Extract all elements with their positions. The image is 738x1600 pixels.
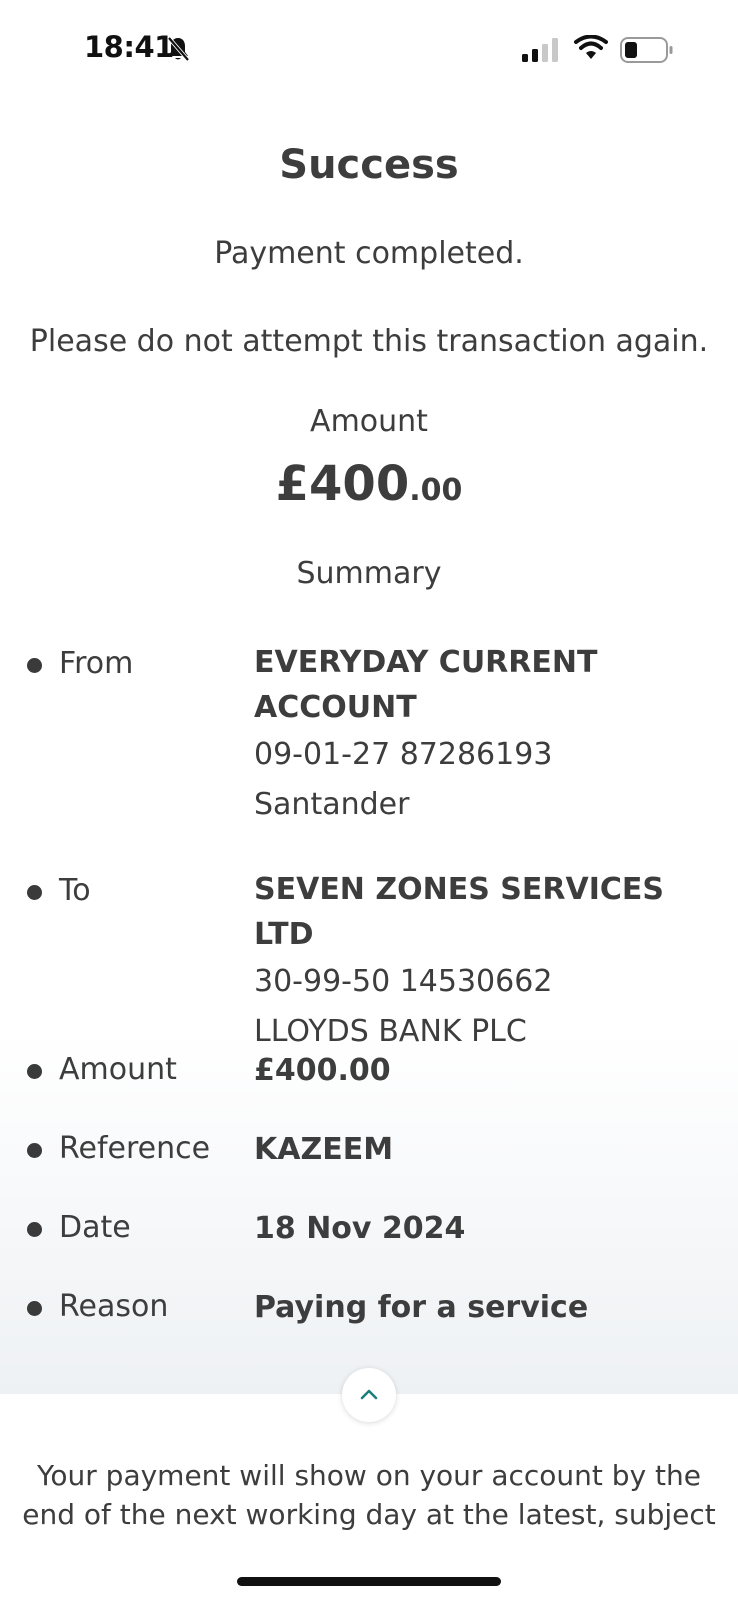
payment-timing-note-line2: end of the next working day at the lates… bbox=[22, 1498, 716, 1531]
cellular-signal-icon bbox=[522, 38, 560, 66]
payment-completed-message: Payment completed. bbox=[214, 236, 524, 271]
amount-row-label: Amount bbox=[59, 1052, 177, 1087]
wifi-icon bbox=[574, 34, 608, 65]
home-indicator[interactable] bbox=[237, 1577, 501, 1586]
bell-slash-icon bbox=[166, 36, 190, 66]
bullet bbox=[27, 885, 42, 900]
payment-timing-note-line1: Your payment will show on your account b… bbox=[37, 1459, 701, 1492]
summary-heading: Summary bbox=[296, 556, 442, 591]
amount-value: £400.00 bbox=[0, 456, 738, 512]
amount-row-value: £400.00 bbox=[254, 1046, 714, 1096]
chevron-up-icon bbox=[359, 1386, 379, 1405]
from-account-name-line2: ACCOUNT bbox=[254, 690, 417, 725]
collapse-summary-button[interactable] bbox=[342, 1368, 396, 1422]
bullet bbox=[27, 1222, 42, 1237]
do-not-retry-message: Please do not attempt this transaction a… bbox=[29, 324, 709, 359]
payment-timing-note: Your payment will show on your account b… bbox=[20, 1456, 718, 1534]
reason-label: Reason bbox=[59, 1289, 169, 1324]
to-payee: SEVEN ZONES SERVICES LTD bbox=[254, 872, 664, 952]
status-time: 18:41 bbox=[84, 30, 174, 64]
from-label: From bbox=[59, 646, 134, 681]
status-bar: 18:41 bbox=[0, 0, 738, 100]
reference-label: Reference bbox=[59, 1131, 211, 1166]
from-value: EVERYDAY CURRENT ACCOUNT 09-01-27 872861… bbox=[254, 640, 714, 830]
amount-row-text: £400.00 bbox=[254, 1053, 391, 1088]
date-value: 18 Nov 2024 bbox=[254, 1204, 714, 1254]
from-account-name-line1: EVERYDAY CURRENT bbox=[254, 645, 598, 680]
battery-icon bbox=[620, 37, 674, 67]
amount-whole: £400 bbox=[275, 456, 410, 512]
date-label: Date bbox=[59, 1210, 131, 1245]
bullet bbox=[27, 658, 42, 673]
from-sort-account: 09-01-27 87286193 bbox=[254, 737, 553, 772]
date-text: 18 Nov 2024 bbox=[254, 1211, 466, 1246]
to-sort-account: 30-99-50 14530662 bbox=[254, 964, 553, 999]
reference-text: KAZEEM bbox=[254, 1132, 394, 1167]
amount-decimal: .00 bbox=[409, 473, 463, 508]
to-label: To bbox=[59, 873, 91, 908]
bullet bbox=[27, 1143, 42, 1158]
reason-value: Paying for a service bbox=[254, 1283, 714, 1333]
amount-label: Amount bbox=[310, 404, 428, 439]
bullet bbox=[27, 1064, 42, 1079]
bullet bbox=[27, 1301, 42, 1316]
reason-text: Paying for a service bbox=[254, 1290, 589, 1325]
page-title: Success bbox=[279, 142, 459, 188]
from-bank: Santander bbox=[254, 787, 410, 822]
to-value: SEVEN ZONES SERVICES LTD 30-99-50 145306… bbox=[254, 867, 714, 1057]
reference-value: KAZEEM bbox=[254, 1125, 714, 1175]
